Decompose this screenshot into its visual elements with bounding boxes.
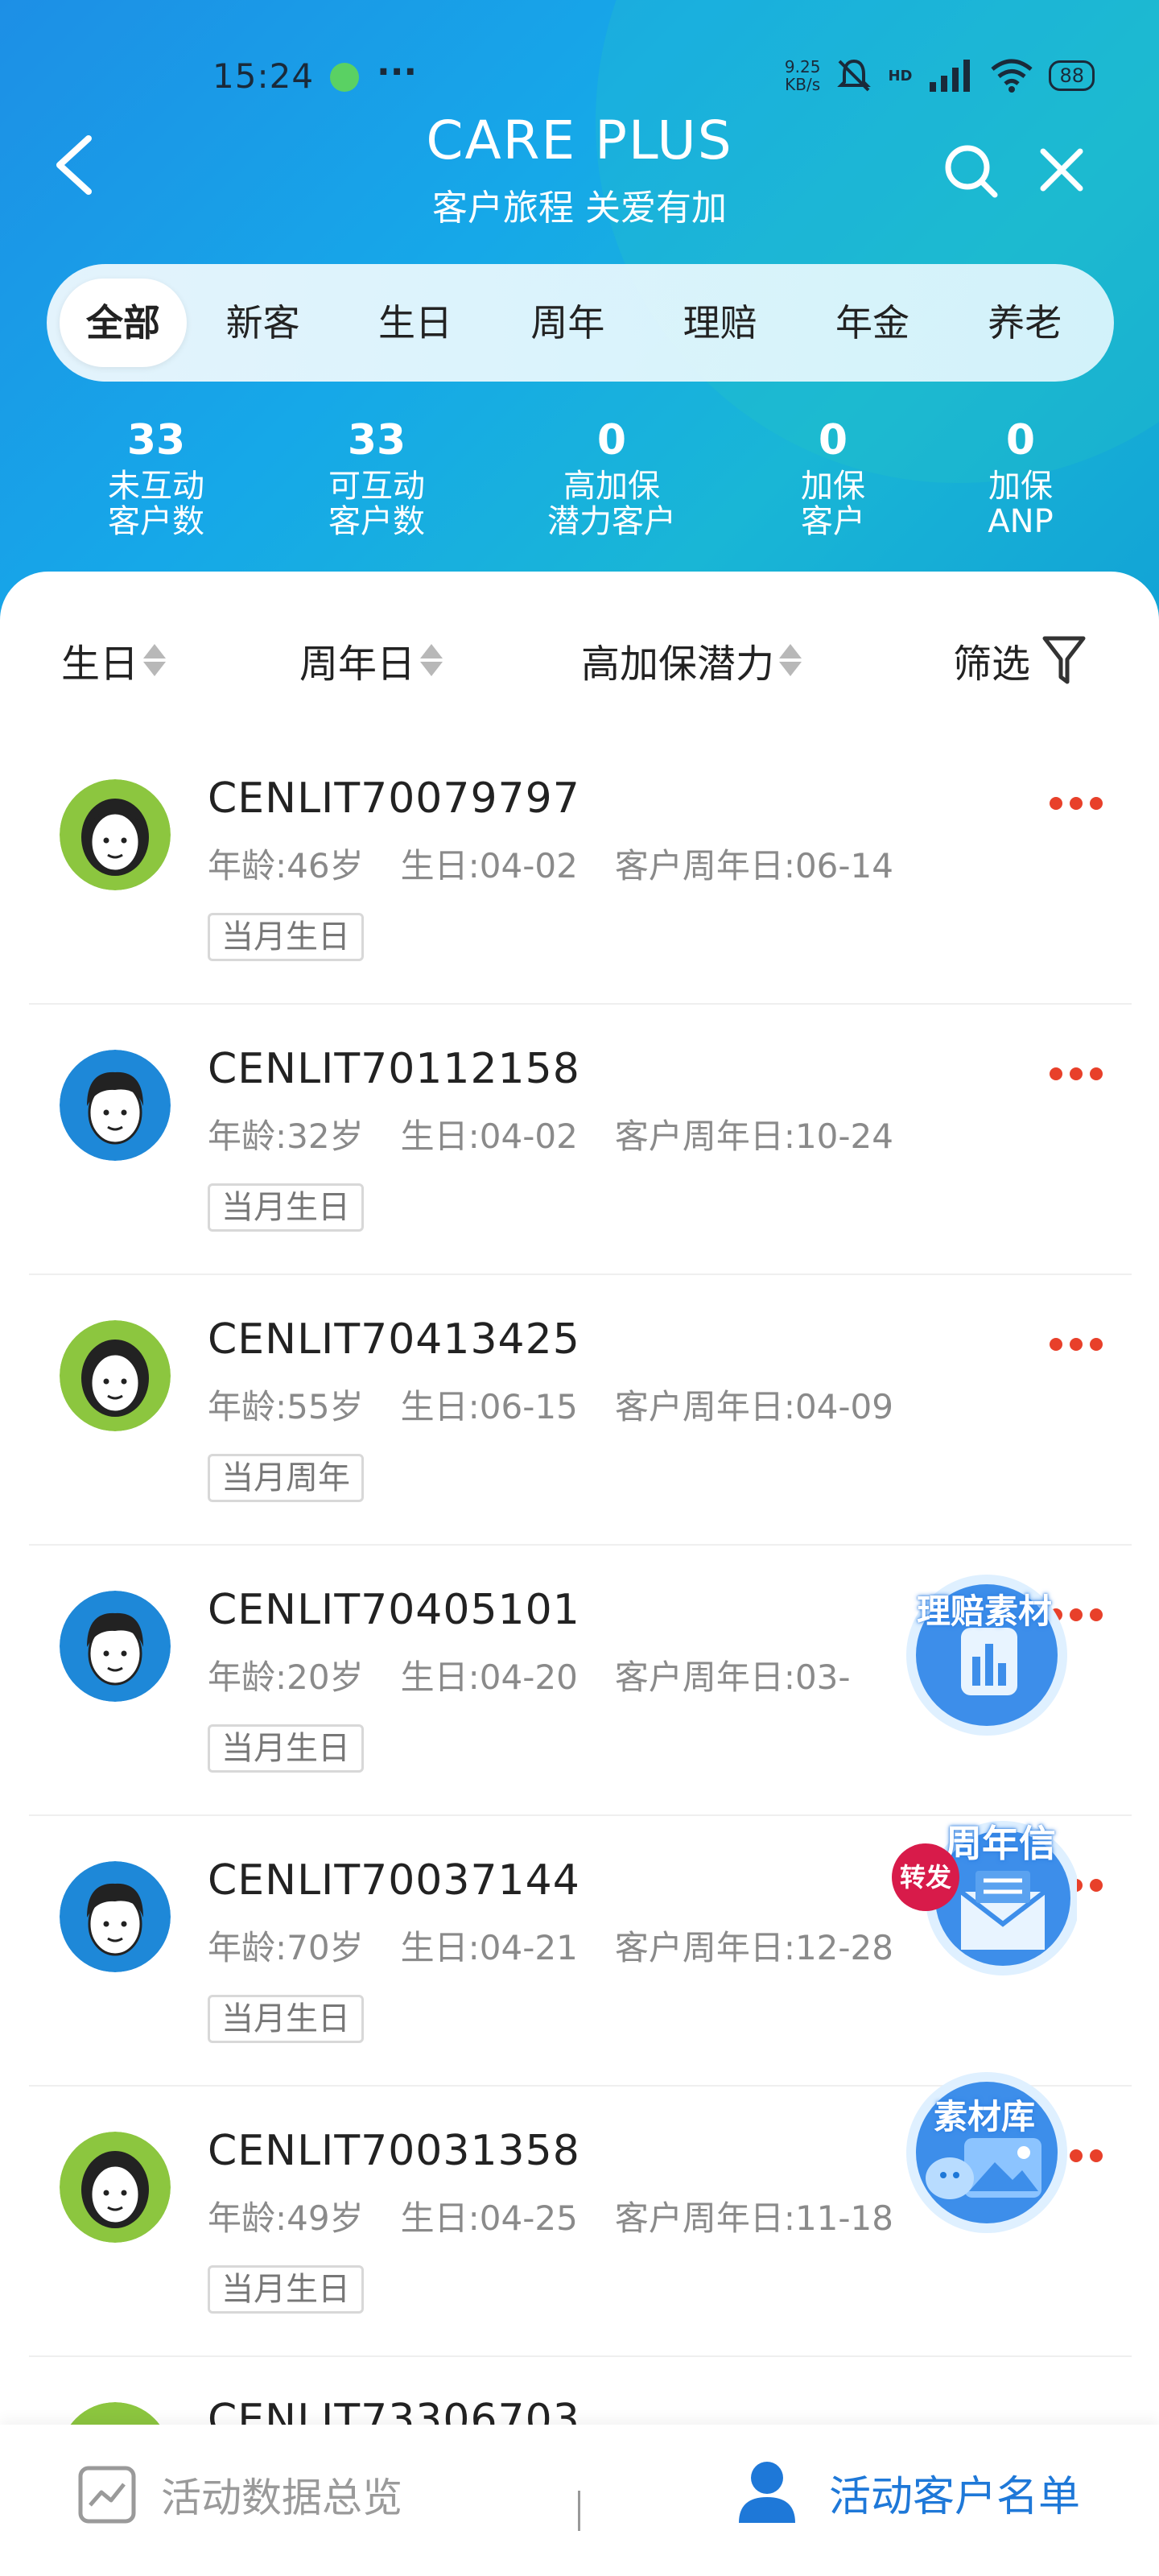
male-avatar-icon bbox=[60, 1050, 171, 1161]
search-button[interactable] bbox=[942, 142, 1000, 200]
status-badge: 当月周年 bbox=[208, 1454, 364, 1502]
claims-material-button[interactable]: 理赔素材 bbox=[892, 1560, 1077, 1745]
avatar bbox=[60, 779, 171, 890]
tab-anniversary[interactable]: 周年 bbox=[492, 279, 644, 367]
category-tabs: 全部 新客 生日 周年 理赔 年金 养老 bbox=[47, 264, 1114, 382]
avatar bbox=[60, 1050, 171, 1161]
status-badge: 当月生日 bbox=[208, 1183, 364, 1232]
customer-row[interactable]: CENLIT70413425 年龄:55岁 生日:06-15 客户周年日:04-09… bbox=[29, 1275, 1132, 1546]
tab-all[interactable]: 全部 bbox=[60, 279, 187, 367]
nav-divider bbox=[578, 2491, 580, 2531]
avatar bbox=[60, 1320, 171, 1431]
forward-badge: 转发 bbox=[892, 1843, 959, 1911]
sort-arrows-icon bbox=[420, 644, 443, 676]
sort-by-potential[interactable]: 高加保潜力 bbox=[581, 612, 802, 708]
customer-row[interactable]: CENLIT70079797 年龄:46岁 生日:04-02 客户周年日:06-14… bbox=[29, 734, 1132, 1005]
avatar bbox=[60, 2402, 171, 2425]
network-speed: 9.25 KB/s bbox=[784, 57, 821, 94]
female-avatar-icon bbox=[60, 1320, 171, 1431]
material-library-label: 素材库 bbox=[933, 2097, 1035, 2136]
customer-meta: 年龄:55岁 生日:06-15 客户周年日:04-09 bbox=[208, 1387, 894, 1426]
more-options-button[interactable] bbox=[1050, 1336, 1103, 1352]
chat-notification-icon bbox=[330, 63, 359, 92]
customer-meta: 年龄:70岁 生日:04-21 客户周年日:12-28 bbox=[208, 1928, 894, 1967]
more-options-button[interactable] bbox=[1050, 795, 1103, 811]
customer-meta: 年龄:49岁 生日:04-25 客户周年日:11-18 bbox=[208, 2198, 894, 2238]
sort-bar: 生日 周年日 高加保潜力 筛选 bbox=[0, 612, 1159, 708]
status-indicators: 9.25 KB/s HD 88 bbox=[785, 56, 1095, 95]
customer-id: CENLIT73306703 bbox=[208, 2396, 580, 2425]
stat-high-potential[interactable]: 0 高加保 潜力客户 bbox=[523, 412, 700, 539]
tab-pension[interactable]: 养老 bbox=[949, 279, 1101, 367]
filter-funnel-icon bbox=[1042, 636, 1086, 684]
customer-row-partial[interactable]: CENLIT73306703 bbox=[29, 2357, 1132, 2425]
mute-bell-icon bbox=[837, 59, 872, 92]
bottom-nav: 活动数据总览 活动客户名单 bbox=[0, 2425, 1159, 2576]
tab-claims[interactable]: 理赔 bbox=[644, 279, 796, 367]
status-badge: 当月生日 bbox=[208, 913, 364, 961]
battery-indicator: 88 bbox=[1049, 60, 1095, 91]
status-time: 15:24 bbox=[212, 56, 315, 96]
status-badge: 当月生日 bbox=[208, 1995, 364, 2043]
customer-meta: 年龄:20岁 生日:04-20 客户周年日:03- bbox=[208, 1657, 851, 1697]
close-icon bbox=[1040, 148, 1083, 192]
more-options-button[interactable] bbox=[1050, 1066, 1103, 1082]
more-notifications-icon: ··· bbox=[377, 52, 418, 93]
female-avatar-icon bbox=[60, 2132, 171, 2243]
customer-meta: 年龄:46岁 生日:04-02 客户周年日:06-14 bbox=[208, 846, 894, 886]
customer-id: CENLIT70112158 bbox=[208, 1045, 580, 1093]
status-bar: 15:24 ··· 9.25 KB/s HD 88 bbox=[0, 48, 1159, 105]
network-tag: HD bbox=[888, 67, 913, 85]
filter-button[interactable]: 筛选 bbox=[953, 612, 1087, 708]
female-avatar-icon bbox=[70, 2402, 160, 2425]
nav-customer-list[interactable]: 活动客户名单 bbox=[737, 2460, 1080, 2524]
sort-by-birthday[interactable]: 生日 bbox=[61, 612, 167, 708]
avatar bbox=[60, 1591, 171, 1702]
tab-birthday[interactable]: 生日 bbox=[339, 279, 491, 367]
claims-material-label: 理赔素材 bbox=[916, 1591, 1052, 1631]
sort-by-anniversary[interactable]: 周年日 bbox=[299, 612, 443, 708]
stat-interactable[interactable]: 33 可互动 客户数 bbox=[296, 412, 457, 539]
customer-id: CENLIT70037144 bbox=[208, 1856, 580, 1905]
wifi-icon bbox=[991, 59, 1033, 93]
customer-row[interactable]: CENLIT70112158 年龄:32岁 生日:04-02 客户周年日:10-24… bbox=[29, 1005, 1132, 1275]
sort-arrows-icon bbox=[779, 644, 802, 676]
avatar bbox=[60, 1861, 171, 1972]
material-library-button[interactable]: 素材库 bbox=[892, 2058, 1077, 2243]
tab-annuity[interactable]: 年金 bbox=[796, 279, 948, 367]
person-icon bbox=[739, 2462, 795, 2523]
customer-id: CENLIT70405101 bbox=[208, 1586, 580, 1634]
male-avatar-icon bbox=[60, 1591, 171, 1702]
customer-id: CENLIT70413425 bbox=[208, 1315, 580, 1364]
signal-icon bbox=[930, 60, 971, 92]
stat-upsell-customers[interactable]: 0 加保 客户 bbox=[753, 412, 914, 539]
nav-activity-overview[interactable]: 活动数据总览 bbox=[77, 2465, 402, 2524]
male-avatar-icon bbox=[60, 1861, 171, 1972]
customer-id: CENLIT70079797 bbox=[208, 774, 580, 823]
customer-meta: 年龄:32岁 生日:04-02 客户周年日:10-24 bbox=[208, 1117, 894, 1156]
stats-summary: 33 未互动 客户数 33 可互动 客户数 0 高加保 潜力客户 0 加保 客户… bbox=[0, 412, 1159, 565]
female-avatar-icon bbox=[60, 779, 171, 890]
avatar bbox=[60, 2132, 171, 2243]
status-badge: 当月生日 bbox=[208, 1724, 364, 1773]
trend-chart-icon bbox=[78, 2466, 136, 2524]
image-gallery-icon bbox=[906, 2072, 1067, 2233]
stat-uninteracted[interactable]: 33 未互动 客户数 bbox=[76, 412, 237, 539]
status-badge: 当月生日 bbox=[208, 2265, 364, 2314]
anniversary-letter-button[interactable]: 周年信 转发 bbox=[892, 1803, 1080, 1988]
customer-id: CENLIT70031358 bbox=[208, 2127, 580, 2175]
close-button[interactable] bbox=[1033, 142, 1090, 198]
search-icon bbox=[945, 145, 998, 198]
stat-upsell-anp[interactable]: 0 加保 ANP bbox=[940, 412, 1101, 539]
tab-new-customer[interactable]: 新客 bbox=[187, 279, 339, 367]
sort-arrows-icon bbox=[143, 644, 167, 676]
